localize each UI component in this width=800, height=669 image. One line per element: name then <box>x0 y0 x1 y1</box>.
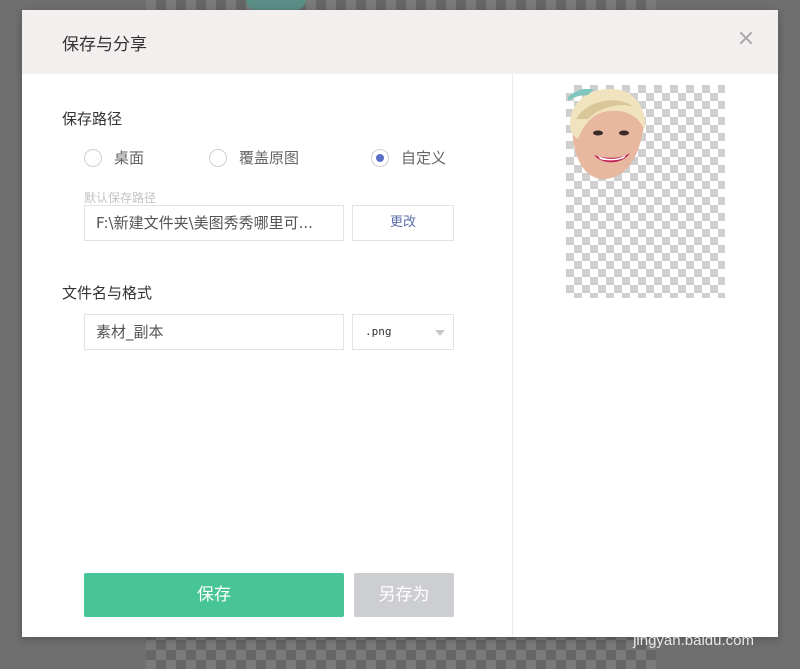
dialog-header: 保存与分享 <box>22 10 778 74</box>
save-path-title: 保存路径 <box>62 110 123 128</box>
radio-label: 桌面 <box>114 149 145 167</box>
format-value: .png <box>365 325 392 338</box>
save-button[interactable]: 保存 <box>84 573 344 617</box>
default-path-hint: 默认保存路径 <box>84 191 157 205</box>
image-preview <box>566 85 725 298</box>
radio-label: 自定义 <box>401 149 447 167</box>
baidu-watermark: Bai 经验 <box>623 583 754 618</box>
dialog-title: 保存与分享 <box>62 35 147 55</box>
settings-pane: 保存路径 桌面 覆盖原图 自定义 默认保存路径 F:\新建文件夹\美图秀秀哪里可… <box>22 74 513 637</box>
radio-overwrite-original[interactable]: 覆盖原图 <box>209 147 299 168</box>
file-name-format-title: 文件名与格式 <box>62 284 153 302</box>
format-select[interactable]: .png <box>352 314 454 350</box>
close-icon[interactable] <box>738 30 754 46</box>
background-image-fragment <box>246 0 306 10</box>
watermark-brand: Bai <box>623 584 670 616</box>
paw-icon <box>675 587 697 612</box>
radio-desktop[interactable]: 桌面 <box>84 147 144 168</box>
file-name-input[interactable]: 素材_副本 <box>84 314 344 350</box>
change-path-button[interactable]: 更改 <box>352 205 454 241</box>
radio-custom[interactable]: 自定义 <box>371 147 446 168</box>
radio-circle[interactable] <box>371 148 389 167</box>
radio-label: 覆盖原图 <box>239 149 300 167</box>
save-share-dialog: 保存与分享 保存路径 桌面 覆盖原图 自定义 默认保存路径 F:\新建文件夹\美… <box>22 10 778 637</box>
save-as-button: 另存为 <box>354 573 454 617</box>
face-cutout-image <box>568 89 645 179</box>
watermark-suffix: 经验 <box>706 590 754 617</box>
radio-circle[interactable] <box>209 148 227 167</box>
chevron-down-icon <box>435 330 445 336</box>
save-path-field[interactable]: F:\新建文件夹\美图秀秀哪里可... <box>84 205 344 241</box>
watermark-url: jingyan.baidu.com <box>633 632 754 649</box>
radio-circle[interactable] <box>84 148 102 167</box>
